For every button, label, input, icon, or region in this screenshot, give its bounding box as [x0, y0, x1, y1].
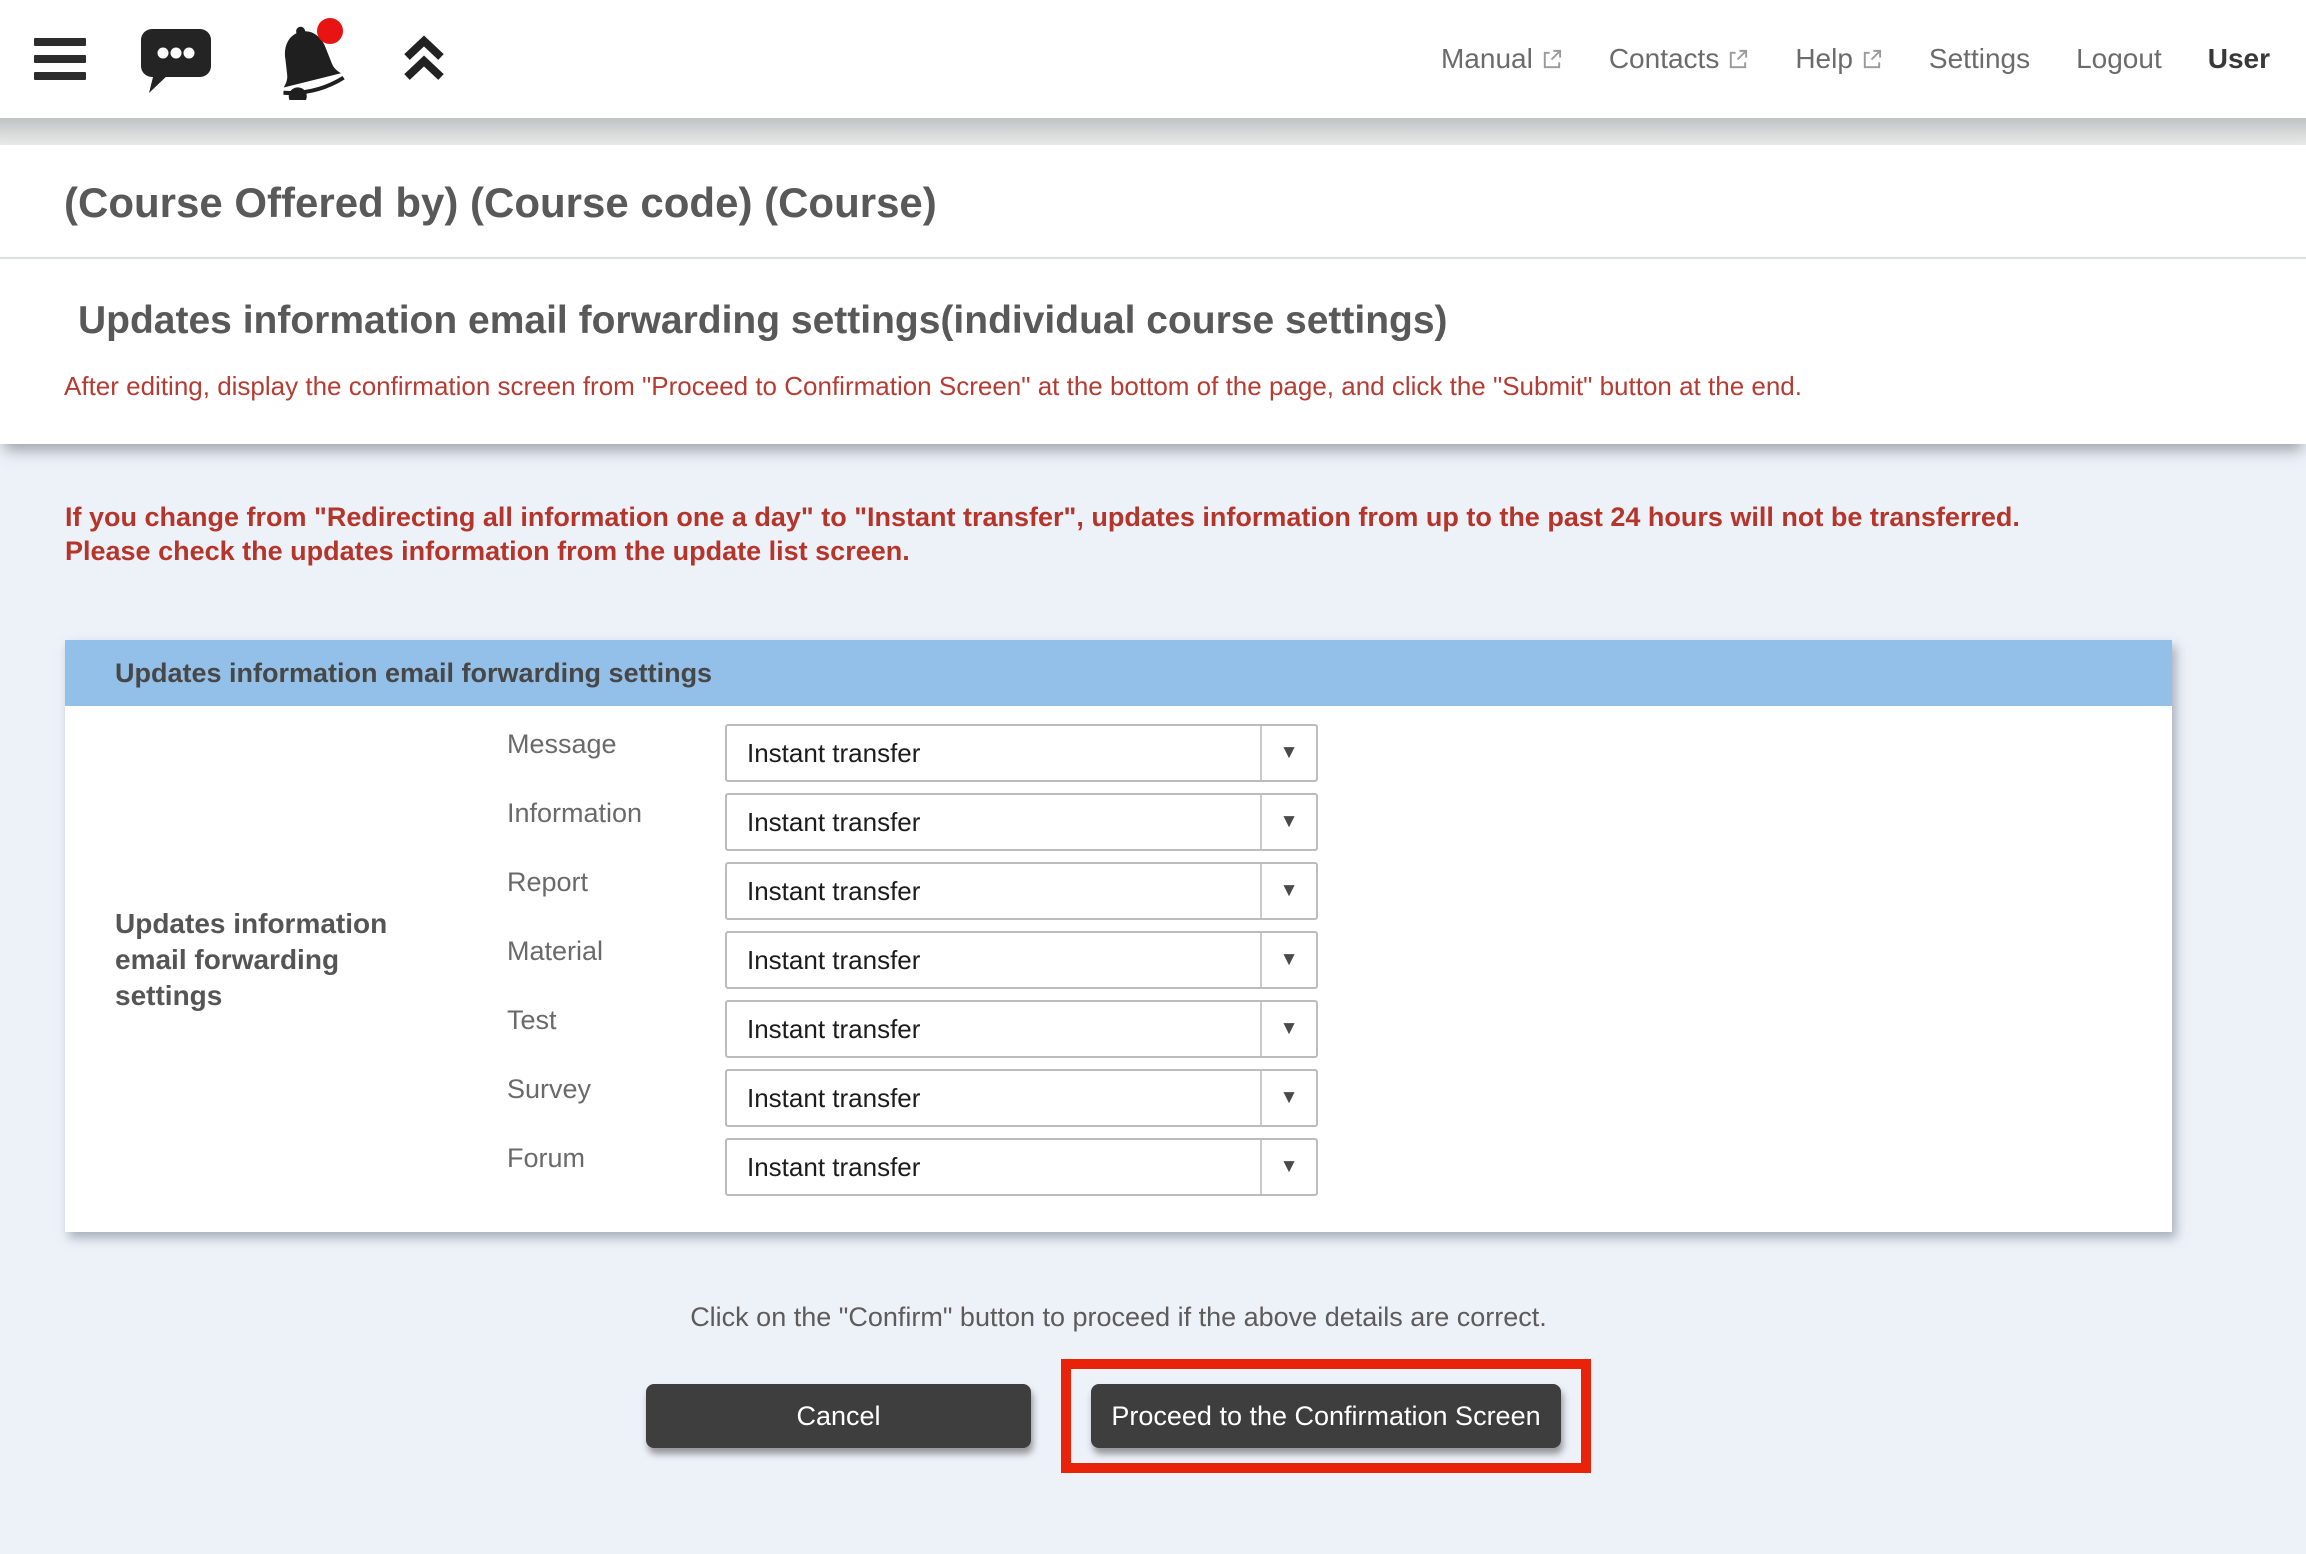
nav-manual-label: Manual: [1441, 43, 1533, 75]
notifications-button[interactable]: [266, 18, 348, 100]
forwarding-select-material[interactable]: Instant transfer ▼: [725, 931, 1318, 989]
row-label: Message: [507, 724, 725, 760]
nav-settings-label: Settings: [1929, 43, 2030, 75]
select-value: Instant transfer: [727, 933, 1260, 987]
proceed-to-confirmation-button[interactable]: Proceed to the Confirmation Screen: [1091, 1384, 1561, 1448]
chevron-down-icon: ▼: [1260, 1071, 1316, 1125]
chat-button[interactable]: [138, 23, 214, 95]
table-row-message: Message Instant transfer ▼: [507, 724, 1318, 782]
row-label: Information: [507, 793, 725, 829]
forwarding-select-forum[interactable]: Instant transfer ▼: [725, 1138, 1318, 1196]
group-label: Updates information email forwarding set…: [115, 906, 445, 1014]
bell-icon: [266, 18, 348, 100]
chevron-down-icon: ▼: [1260, 1140, 1316, 1194]
chevron-down-icon: ▼: [1260, 726, 1316, 780]
row-label: Report: [507, 862, 725, 898]
table-row-report: Report Instant transfer ▼: [507, 862, 1318, 920]
table-row-test: Test Instant transfer ▼: [507, 1000, 1318, 1058]
collapse-header-button[interactable]: [400, 33, 448, 85]
menu-button[interactable]: [34, 38, 86, 80]
forwarding-settings-panel: Updates information email forwarding set…: [65, 640, 2172, 1232]
row-label: Test: [507, 1000, 725, 1036]
external-link-icon: [1540, 48, 1563, 71]
chevron-down-icon: ▼: [1260, 933, 1316, 987]
nav-logout[interactable]: Logout: [2076, 43, 2162, 75]
table-row-material: Material Instant transfer ▼: [507, 931, 1318, 989]
course-title: (Course Offered by) (Course code) (Cours…: [0, 145, 2306, 257]
chevron-down-icon: ▼: [1260, 864, 1316, 918]
panel-header: Updates information email forwarding set…: [65, 640, 2172, 706]
main-content: If you change from "Redirecting all info…: [0, 500, 2306, 1473]
chat-icon: [138, 23, 214, 95]
select-value: Instant transfer: [727, 726, 1260, 780]
nav-help-label: Help: [1795, 43, 1853, 75]
panel-body: Updates information email forwarding set…: [65, 706, 2172, 1232]
intro-panel: (Course Offered by) (Course code) (Cours…: [0, 145, 2306, 444]
external-link-icon: [1726, 48, 1749, 71]
row-label: Forum: [507, 1138, 725, 1174]
top-nav: Manual Contacts Help Settings Logout Use…: [1441, 43, 2270, 75]
notification-badge: [317, 18, 343, 44]
forwarding-select-survey[interactable]: Instant transfer ▼: [725, 1069, 1318, 1127]
chevron-down-icon: ▼: [1260, 1002, 1316, 1056]
nav-user[interactable]: User: [2208, 43, 2270, 75]
hamburger-menu-icon: [34, 38, 86, 80]
table-row-forum: Forum Instant transfer ▼: [507, 1138, 1318, 1196]
select-value: Instant transfer: [727, 1002, 1260, 1056]
select-value: Instant transfer: [727, 864, 1260, 918]
nav-contacts[interactable]: Contacts: [1609, 43, 1750, 75]
nav-user-label: User: [2208, 43, 2270, 75]
top-bar: Manual Contacts Help Settings Logout Use…: [0, 0, 2306, 118]
red-highlight-box: Proceed to the Confirmation Screen: [1061, 1359, 1591, 1473]
transfer-warning-text: If you change from "Redirecting all info…: [65, 500, 2105, 568]
nav-contacts-label: Contacts: [1609, 43, 1720, 75]
cancel-button[interactable]: Cancel: [646, 1384, 1031, 1448]
nav-help[interactable]: Help: [1795, 43, 1883, 75]
settings-rows: Message Instant transfer ▼ Information I…: [507, 724, 1318, 1196]
group-label-cell: Updates information email forwarding set…: [65, 724, 507, 1196]
select-value: Instant transfer: [727, 1071, 1260, 1125]
forwarding-select-information[interactable]: Instant transfer ▼: [725, 793, 1318, 851]
nav-logout-label: Logout: [2076, 43, 2162, 75]
select-value: Instant transfer: [727, 1140, 1260, 1194]
forwarding-select-test[interactable]: Instant transfer ▼: [725, 1000, 1318, 1058]
header-divider-band: [0, 118, 2306, 145]
table-row-information: Information Instant transfer ▼: [507, 793, 1318, 851]
edit-instruction-text: After editing, display the confirmation …: [0, 343, 2306, 444]
external-link-icon: [1860, 48, 1883, 71]
nav-manual[interactable]: Manual: [1441, 43, 1563, 75]
nav-settings[interactable]: Settings: [1929, 43, 2030, 75]
select-value: Instant transfer: [727, 795, 1260, 849]
row-label: Survey: [507, 1069, 725, 1105]
row-label: Material: [507, 931, 725, 967]
confirm-note: Click on the "Confirm" button to proceed…: [65, 1302, 2172, 1333]
forwarding-select-report[interactable]: Instant transfer ▼: [725, 862, 1318, 920]
action-buttons: Cancel Proceed to the Confirmation Scree…: [65, 1359, 2172, 1473]
panel-title: Updates information email forwarding set…: [115, 658, 712, 689]
table-row-survey: Survey Instant transfer ▼: [507, 1069, 1318, 1127]
forwarding-select-message[interactable]: Instant transfer ▼: [725, 724, 1318, 782]
double-chevron-up-icon: [400, 33, 448, 85]
page-heading: Updates information email forwarding set…: [0, 259, 2306, 343]
chevron-down-icon: ▼: [1260, 795, 1316, 849]
